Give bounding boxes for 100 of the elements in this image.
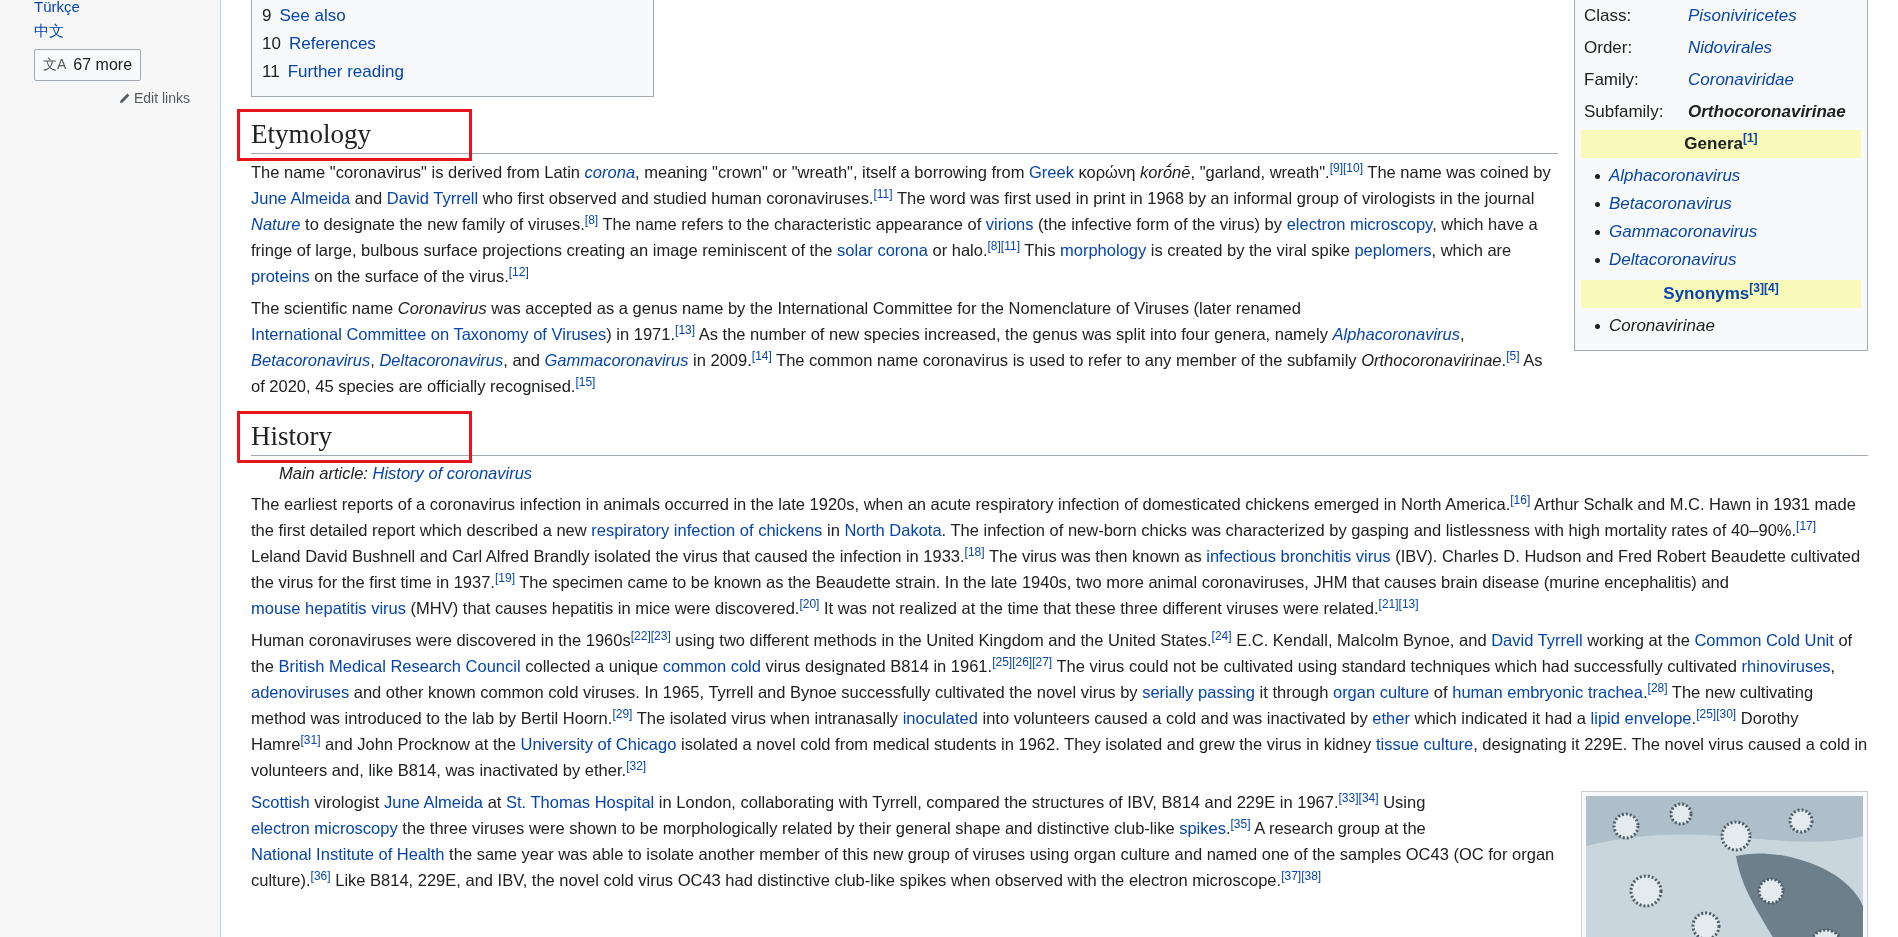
article-link[interactable]: Alphacoronavirus	[1332, 325, 1460, 343]
article-link[interactable]: British Medical Research Council	[278, 657, 521, 675]
article-link[interactable]: University of Chicago	[520, 735, 677, 753]
genus-link[interactable]: Deltacoronavirus	[1609, 247, 1737, 273]
citation-link[interactable]: [25]	[992, 654, 1013, 669]
citation-link[interactable]: [17]	[1796, 518, 1817, 533]
article-link[interactable]: inoculated	[902, 709, 978, 727]
article-link[interactable]: adenoviruses	[251, 683, 350, 701]
citation-link[interactable]: [33]	[1338, 790, 1359, 805]
article-link[interactable]: infectious bronchitis virus	[1206, 547, 1391, 565]
citation-link[interactable]: [3]	[1749, 281, 1764, 296]
infobox-label: Order:	[1583, 37, 1634, 59]
citation-link[interactable]: [4]	[1764, 281, 1779, 296]
article-link[interactable]: St. Thomas Hospital	[506, 793, 655, 811]
article-link[interactable]: North Dakota	[844, 521, 942, 539]
citation-link[interactable]: [16]	[1510, 492, 1531, 507]
citation-link[interactable]: [34]	[1358, 790, 1379, 805]
bullet-icon	[1595, 257, 1600, 263]
citation-link[interactable]: [19]	[494, 570, 515, 585]
edit-links-link[interactable]: Edit links	[118, 90, 190, 106]
citation-link[interactable]: [10]	[1343, 160, 1364, 175]
genus-link[interactable]: Betacoronavirus	[1609, 191, 1732, 217]
toc-link[interactable]: References	[288, 34, 376, 53]
article-link[interactable]: Common Cold Unit	[1694, 631, 1834, 649]
article-link[interactable]: organ culture	[1332, 683, 1430, 701]
citation-link[interactable]: [38]	[1301, 868, 1322, 883]
citation-link[interactable]: [30]	[1716, 706, 1737, 721]
article-link[interactable]: International Committee on Taxonomy of Viruses	[251, 325, 607, 343]
article-link[interactable]: mouse hepatitis virus	[251, 599, 406, 617]
article-link[interactable]: David Tyrrell	[1491, 631, 1583, 649]
citation-link[interactable]: [5]	[1506, 348, 1520, 363]
infobox-header-title[interactable]: Synonyms	[1663, 284, 1750, 303]
genus-link[interactable]: Alphacoronavirus	[1609, 163, 1741, 189]
citation-link[interactable]: [15]	[575, 374, 596, 389]
article-link[interactable]: rhinoviruses	[1741, 657, 1831, 675]
citation-link[interactable]: [12]	[508, 264, 529, 279]
article-link[interactable]: History of coronavirus	[372, 464, 533, 482]
citation-link[interactable]: [13]	[1398, 596, 1419, 611]
citation-link[interactable]: [37]	[1281, 868, 1302, 883]
citation-link[interactable]: [21]	[1378, 596, 1399, 611]
toc-link[interactable]: See also	[279, 6, 346, 25]
citation-link[interactable]: [26]	[1012, 654, 1033, 669]
article-link[interactable]: human embryonic trachea	[1452, 683, 1643, 701]
citation-link[interactable]: [11]	[1000, 238, 1020, 253]
languages-button[interactable]: 文A 67 more	[34, 49, 142, 81]
citation-link[interactable]: [36]	[310, 868, 331, 883]
citation-link[interactable]: [27]	[1032, 654, 1053, 669]
article-link[interactable]: Nature	[251, 215, 301, 233]
citation-link[interactable]: [13]	[675, 322, 696, 337]
article-link[interactable]: electron microscopy	[251, 819, 398, 837]
article-link[interactable]: Betacoronavirus	[251, 351, 371, 369]
article-link[interactable]: Deltacoronavirus	[379, 351, 504, 369]
article-link[interactable]: Scottish	[251, 793, 310, 811]
article-link[interactable]: David Tyrrell	[386, 189, 479, 207]
citation-link[interactable]: [9]	[1329, 160, 1343, 175]
citation-link[interactable]: [35]	[1230, 816, 1251, 831]
language-link[interactable]: 中文	[34, 22, 64, 39]
citation-link[interactable]: [32]	[626, 758, 647, 773]
article-link[interactable]: lipid envelope	[1590, 709, 1692, 727]
citation-link[interactable]: [25]	[1696, 706, 1717, 721]
citation-link[interactable]: [20]	[799, 596, 820, 611]
taxon-link[interactable]: Nidovirales	[1688, 35, 1773, 61]
article-link[interactable]: morphology	[1060, 241, 1147, 259]
article-link[interactable]: ether	[1372, 709, 1410, 727]
article-link[interactable]: virions	[985, 215, 1034, 233]
article-link[interactable]: respiratory infection of chickens	[591, 521, 823, 539]
citation-link[interactable]: [28]	[1647, 680, 1668, 695]
taxon-link[interactable]: Coronaviridae	[1688, 67, 1794, 93]
article-link[interactable]: electron microscopy	[1286, 215, 1433, 233]
citation-link[interactable]: [29]	[612, 706, 633, 721]
taxon-link[interactable]: Pisoniviricetes	[1688, 3, 1797, 29]
article-link[interactable]: peplomers	[1354, 241, 1432, 259]
citation-link[interactable]: [22]	[630, 628, 651, 643]
citation-link[interactable]: [11]	[873, 186, 893, 201]
citation-link[interactable]: [8]	[584, 212, 599, 227]
article-link[interactable]: June Almeida	[384, 793, 484, 811]
infobox-label: Subfamily:	[1583, 101, 1665, 123]
article-link[interactable]: tissue culture	[1375, 735, 1474, 753]
bullet-icon	[1595, 229, 1600, 235]
genus-link[interactable]: Gammacoronavirus	[1609, 219, 1758, 245]
article-link[interactable]: Gammacoronavirus	[544, 351, 689, 369]
article-link[interactable]: June Almeida	[251, 189, 351, 207]
article-link[interactable]: serially passing	[1142, 683, 1255, 701]
citation-link[interactable]: [24]	[1211, 628, 1232, 643]
article-link[interactable]: common cold	[662, 657, 761, 675]
citation-link[interactable]: [31]	[300, 732, 321, 747]
citation-link[interactable]: [1]	[1742, 131, 1758, 146]
article-link[interactable]: solar corona	[837, 241, 928, 259]
citation-link[interactable]: [18]	[964, 544, 985, 559]
citation-link[interactable]: [8]	[987, 238, 1001, 253]
language-link[interactable]: Türkçe	[34, 0, 80, 15]
toc-link[interactable]: Further reading	[287, 62, 404, 81]
bullet-icon	[1595, 173, 1600, 179]
citation-link[interactable]: [14]	[751, 348, 772, 363]
taxon-name: Orthocoronavirinae	[1688, 101, 1846, 123]
article-link[interactable]: National Institute of Health	[251, 845, 445, 863]
citation-link[interactable]: [23]	[650, 628, 671, 643]
article-link[interactable]: proteins	[251, 267, 310, 285]
article-link[interactable]: Greek	[1029, 163, 1074, 181]
article-link[interactable]: spikes	[1179, 819, 1226, 837]
